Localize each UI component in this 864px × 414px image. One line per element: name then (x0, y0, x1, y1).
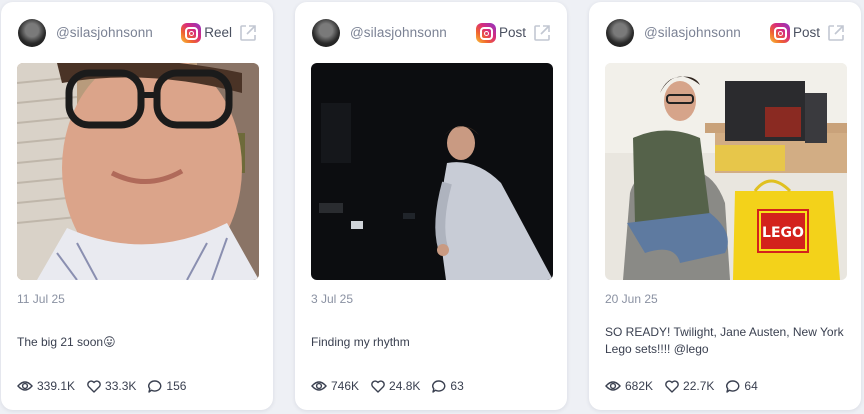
heart-icon (665, 379, 679, 393)
card-header: @silasjohnsonn Reel (18, 19, 258, 47)
post-caption: The big 21 soon😛 (17, 335, 116, 349)
likes-stat: 33.3K (87, 379, 136, 393)
post-type-label: Post (498, 25, 526, 40)
selfie-photo (17, 63, 259, 280)
instagram-icon (476, 23, 496, 43)
avatar[interactable] (18, 19, 46, 47)
external-link-icon[interactable] (532, 23, 552, 43)
likes-count: 24.8K (389, 379, 421, 393)
post-caption: Finding my rhythm (311, 335, 410, 349)
heart-icon (87, 379, 101, 393)
external-link-icon[interactable] (826, 23, 846, 43)
lego-logo: LEGO (762, 225, 804, 241)
username[interactable]: @silasjohnsonn (644, 25, 741, 40)
engagement-stats: 682K 22.7K 64 (605, 378, 770, 394)
engagement-stats: 339.1K 33.3K 156 (17, 378, 198, 394)
post-date: 11 Jul 25 (17, 292, 65, 306)
card-header: @silasjohnsonn Post (606, 19, 846, 47)
post-card[interactable]: @silasjohnsonn Reel 11 Jul 25 The big 21… (1, 2, 273, 410)
post-card[interactable]: @silasjohnsonn Post 3 Jul 25 Finding my … (295, 2, 567, 410)
comment-icon (148, 379, 162, 393)
external-link-icon[interactable] (238, 23, 258, 43)
comment-icon (432, 379, 446, 393)
views-stat: 339.1K (17, 379, 75, 393)
username[interactable]: @silasjohnsonn (350, 25, 447, 40)
views-stat: 746K (311, 379, 359, 393)
comments-count: 64 (744, 379, 758, 393)
likes-count: 33.3K (105, 379, 137, 393)
post-caption: SO READY! Twilight, Jane Austen, New Yor… (605, 325, 844, 356)
comments-count: 156 (166, 379, 187, 393)
card-header: @silasjohnsonn Post (312, 19, 552, 47)
post-card[interactable]: @silasjohnsonn Post LEGO 20 Jun 25 SO RE… (589, 2, 861, 410)
avatar[interactable] (606, 19, 634, 47)
post-date: 20 Jun 25 (605, 292, 658, 306)
dark-room-photo (311, 63, 553, 280)
comment-icon (726, 379, 740, 393)
lego-photo: LEGO (605, 63, 847, 280)
views-count: 746K (331, 379, 360, 393)
instagram-icon (770, 23, 790, 43)
comments-count: 63 (450, 379, 464, 393)
engagement-stats: 746K 24.8K 63 (311, 378, 476, 394)
comments-stat: 63 (432, 379, 464, 393)
likes-count: 22.7K (683, 379, 715, 393)
views-count: 339.1K (37, 379, 76, 393)
post-date: 3 Jul 25 (311, 292, 354, 306)
post-media[interactable] (311, 63, 553, 280)
comments-stat: 64 (726, 379, 758, 393)
post-type-label: Reel (204, 25, 232, 40)
post-type-label: Post (792, 25, 820, 40)
views-stat: 682K (605, 379, 653, 393)
post-media[interactable]: LEGO (605, 63, 847, 280)
eye-icon (605, 381, 621, 391)
likes-stat: 22.7K (665, 379, 714, 393)
eye-icon (17, 381, 33, 391)
views-count: 682K (625, 379, 654, 393)
eye-icon (311, 381, 327, 391)
heart-icon (371, 379, 385, 393)
avatar[interactable] (312, 19, 340, 47)
likes-stat: 24.8K (371, 379, 420, 393)
comments-stat: 156 (148, 379, 186, 393)
instagram-icon (181, 23, 201, 43)
post-media[interactable] (17, 63, 259, 280)
username[interactable]: @silasjohnsonn (56, 25, 153, 40)
